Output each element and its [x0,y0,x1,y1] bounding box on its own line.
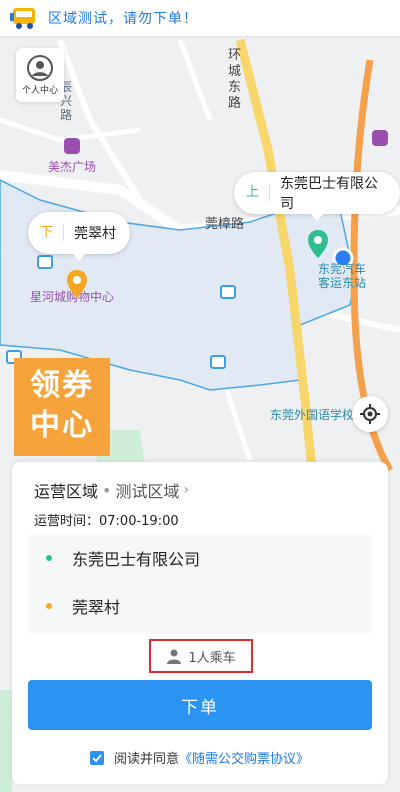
bus-stop-icon[interactable] [37,255,53,269]
chevron-right-icon: › [183,482,190,498]
bus-stop-icon[interactable] [220,285,236,299]
crosshair-icon [360,404,380,424]
dropoff-station-bubble[interactable]: 下 莞翠村 [28,212,131,261]
stops-list: 东莞巴士有限公司 莞翠村 [28,534,372,634]
personal-center-button[interactable]: 个人中心 [16,48,64,102]
pickup-stop-name: 东莞巴士有限公司 [72,550,201,569]
person-icon [167,649,182,664]
road-label-guanzhang: 莞樟路 [205,217,245,232]
shopping-icon [372,130,388,146]
personal-center-label: 个人中心 [21,85,58,96]
user-avatar-icon [27,54,53,81]
dropoff-stop[interactable]: 莞翠村 [28,582,372,630]
agreement-row: 阅读并同意 《随需公交购票协议》 [90,748,309,767]
place-foreign-school: 东莞外国语学校 [270,408,355,422]
agreement-link[interactable]: 《随需公交购票协议》 [179,748,309,767]
passenger-count-label: 1人乘车 [188,650,236,666]
area-separator: • [102,480,112,500]
place-meijie-plaza: 美杰广场 [48,160,97,174]
pickup-stop[interactable]: 东莞巴士有限公司 [28,534,372,582]
shopping-icon [64,138,80,154]
passenger-count-selector[interactable]: 1人乘车 [149,639,253,673]
agreement-text: 阅读并同意 [114,752,180,767]
area-title: 运营区域 [34,482,99,501]
coupon-line1: 领券 [30,368,94,403]
agreement-checkbox[interactable] [90,750,104,765]
dropoff-stop-name: 莞翠村 [72,598,121,617]
pickup-station-bubble[interactable]: 上 东莞巴士有限公司 [234,172,400,221]
dropoff-station-name: 莞翠村 [74,226,117,242]
pickup-dot-icon [46,555,52,561]
pickup-tag: 上 [246,185,271,201]
notice-bar: 区域测试，请勿下单！ [0,0,400,36]
operating-hours: 运营时间：07:00-19:00 [34,514,179,529]
coupon-center-button[interactable]: 领券 中心 [14,358,110,456]
locate-button[interactable] [352,396,388,432]
notice-text: 区域测试，请勿下单！ [48,11,198,27]
bus-stop-icon[interactable] [210,355,226,369]
coupon-line2: 中心 [30,408,94,443]
pickup-pin-icon[interactable] [307,230,329,260]
operating-area-row[interactable]: 运营区域 • 测试区域 › [34,478,189,502]
check-icon [92,753,102,762]
dropoff-tag: 下 [40,225,65,241]
place-bus-station: 东莞汽车客运东站 [318,262,367,290]
bus-icon [10,8,35,29]
road-label-huancheng: 环城东路 [228,48,242,111]
area-name: 测试区域 [115,482,180,501]
dropoff-pin-icon[interactable] [66,270,88,300]
pickup-station-name: 东莞巴士有限公司 [280,176,379,212]
order-panel: 运营区域 • 测试区域 › 运营时间：07:00-19:00 东莞巴士有限公司 … [12,462,388,784]
dropoff-dot-icon [46,603,52,609]
place-order-button[interactable]: 下单 [28,680,372,730]
